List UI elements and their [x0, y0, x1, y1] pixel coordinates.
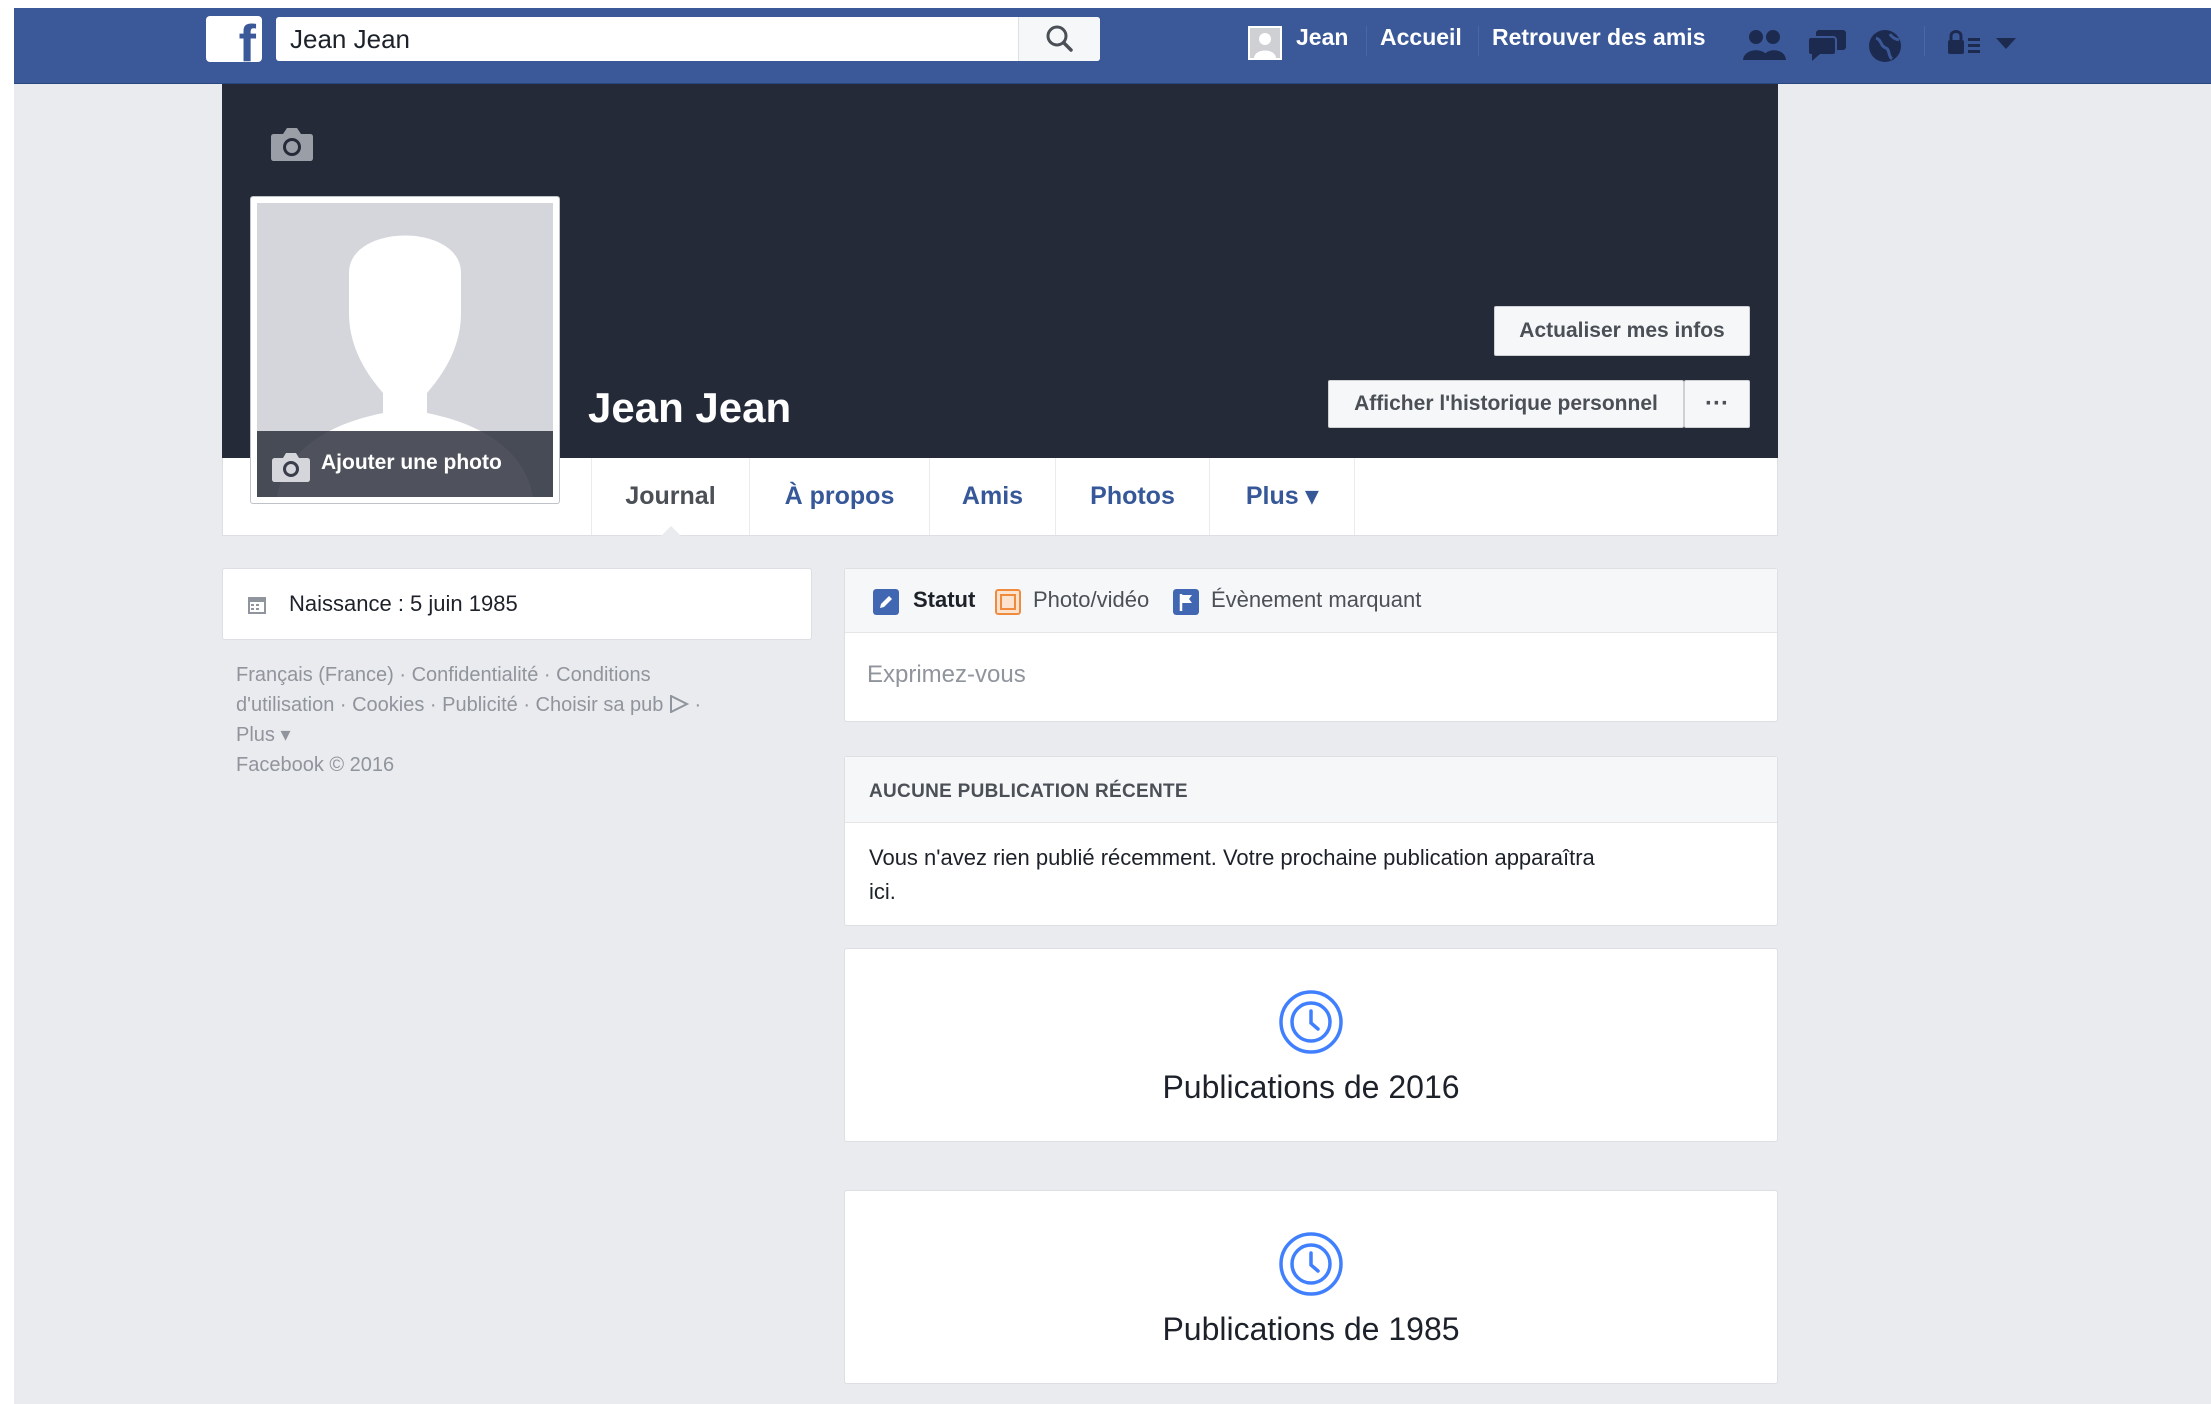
friend-requests-icon[interactable]: [1742, 28, 1788, 62]
nav-divider: [1924, 26, 1925, 56]
composer-card: Statut Photo/vidéo Évènement marquant Ex…: [844, 568, 1778, 722]
period-label: Publications de 1985: [1162, 1311, 1460, 1347]
footer-copyright: Facebook © 2016: [236, 754, 395, 776]
tab-label: Journal: [625, 482, 716, 510]
tab-more[interactable]: Plus ▾: [1209, 458, 1355, 535]
camera-icon: [272, 453, 310, 482]
period-card-1985[interactable]: Publications de 1985: [844, 1190, 1778, 1384]
account-menu-chevron-down-icon[interactable]: [1996, 38, 2016, 50]
footer-link-privacy[interactable]: Confidentialité: [412, 664, 539, 686]
composer-input[interactable]: Exprimez-vous: [867, 661, 1026, 689]
footer-link-cookies[interactable]: Cookies: [352, 694, 424, 716]
footer-link-more[interactable]: Plus ▾: [236, 724, 291, 746]
nav-divider: [1478, 26, 1479, 56]
nav-divider: [1366, 26, 1367, 56]
notifications-globe-icon[interactable]: [1866, 28, 1904, 64]
pencil-icon: [873, 589, 899, 615]
period-label: Publications de 2016: [1162, 1069, 1460, 1105]
privacy-shortcuts-icon[interactable]: [1946, 28, 1982, 58]
composer-status-tab[interactable]: Statut: [913, 587, 975, 613]
tab-about[interactable]: À propos: [749, 458, 929, 535]
messages-icon[interactable]: [1806, 28, 1848, 62]
add-photo-label: Ajouter une photo: [321, 451, 502, 474]
search-icon: [1046, 25, 1073, 52]
nav-user-name[interactable]: Jean: [1296, 24, 1348, 51]
composer-tabs: Statut Photo/vidéo Évènement marquant: [845, 569, 1777, 633]
nav-home[interactable]: Accueil: [1380, 24, 1462, 51]
profile-name[interactable]: Jean Jean: [588, 384, 791, 432]
nav-find-friends[interactable]: Retrouver des amis: [1492, 24, 1705, 51]
search-input[interactable]: [276, 17, 1016, 61]
tab-label: Photos: [1090, 482, 1175, 510]
footer-link-language[interactable]: Français (France): [236, 664, 394, 686]
footer-link-terms[interactable]: d'utilisation: [236, 694, 334, 716]
footer-links: Français (France) · Confidentialité · Co…: [236, 664, 702, 776]
active-tab-indicator: [660, 526, 681, 536]
ad-choices-icon: [669, 694, 690, 714]
profile-picture[interactable]: Ajouter une photo: [250, 196, 560, 504]
update-info-button[interactable]: Actualiser mes infos: [1494, 306, 1750, 356]
no-recent-posts-text: Vous n'avez rien publié récemment. Votre…: [869, 845, 1595, 870]
tab-label: Plus ▾: [1245, 482, 1319, 510]
footer-link-terms[interactable]: Conditions: [556, 664, 651, 686]
calendar-icon: [248, 597, 266, 614]
period-card-2016[interactable]: Publications de 2016: [844, 948, 1778, 1142]
add-photo-button[interactable]: Ajouter une photo: [257, 431, 553, 497]
clock-icon: [1279, 990, 1343, 1054]
facebook-logo-icon[interactable]: f: [206, 16, 262, 70]
flag-icon: [1173, 589, 1199, 615]
more-options-button[interactable]: ···: [1684, 380, 1750, 428]
camera-icon[interactable]: [270, 126, 314, 162]
activity-log-button[interactable]: Afficher l'historique personnel: [1328, 380, 1684, 428]
birthday-text: Naissance : 5 juin 1985: [289, 591, 518, 616]
tab-friends[interactable]: Amis: [929, 458, 1055, 535]
no-recent-posts-card: AUCUNE PUBLICATION RÉCENTE Vous n'avez r…: [844, 756, 1778, 926]
tab-label: À propos: [784, 482, 895, 510]
composer-life-event-tab[interactable]: Évènement marquant: [1211, 587, 1421, 613]
user-silhouette-icon: [1250, 28, 1280, 58]
clock-icon: [1279, 1232, 1343, 1296]
photo-icon: [995, 589, 1021, 615]
search-button[interactable]: [1018, 17, 1100, 61]
footer-link-ads[interactable]: Publicité: [442, 694, 518, 716]
composer-photo-video-tab[interactable]: Photo/vidéo: [1033, 587, 1149, 613]
no-recent-posts-title: AUCUNE PUBLICATION RÉCENTE: [869, 781, 1188, 802]
no-recent-posts-text: ici.: [869, 879, 896, 904]
user-avatar[interactable]: [1248, 26, 1282, 60]
tab-journal[interactable]: Journal: [591, 458, 749, 536]
search-box: [276, 17, 1100, 61]
intro-card: Naissance : 5 juin 1985: [222, 568, 812, 640]
tab-label: Amis: [961, 482, 1024, 510]
footer-link-ad-choices[interactable]: Choisir sa pub: [536, 694, 664, 716]
tab-photos[interactable]: Photos: [1055, 458, 1209, 535]
